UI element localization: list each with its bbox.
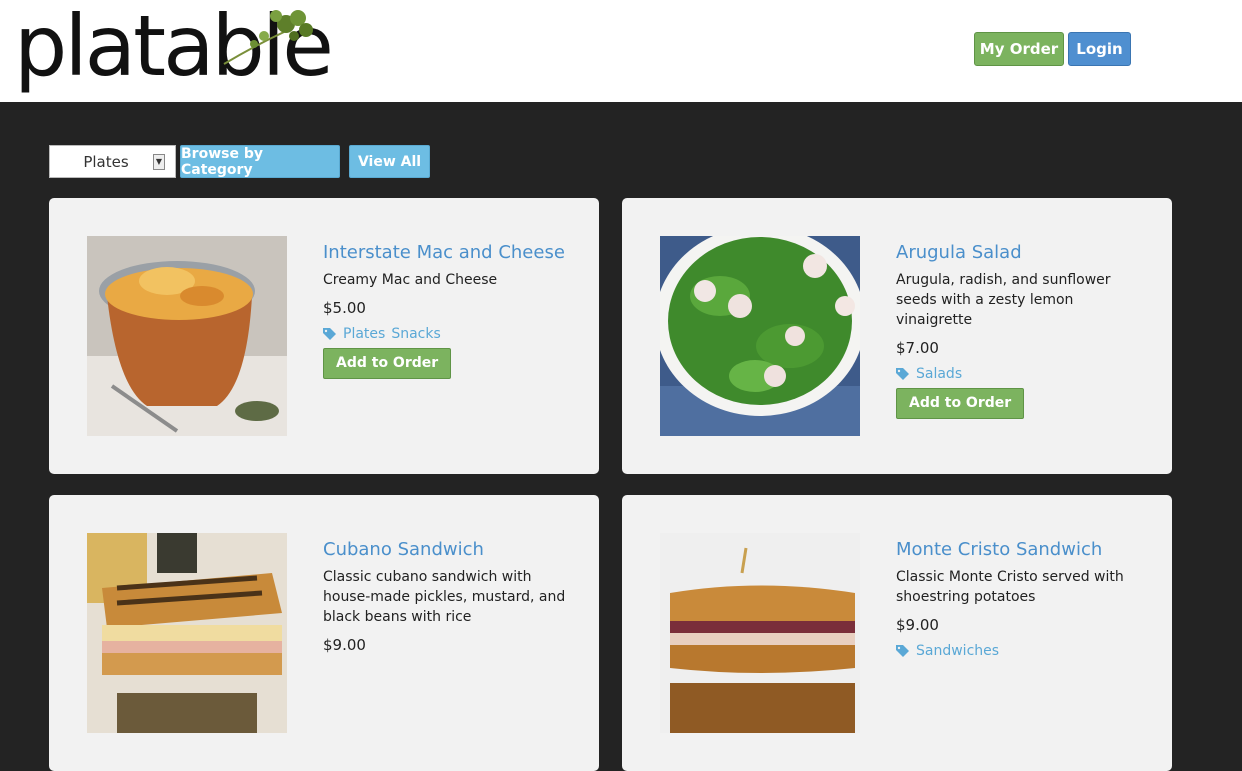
browse-by-category-button[interactable]: Browse by Category <box>180 145 340 178</box>
menu-item-tags: Salads <box>896 366 1152 382</box>
platable-logo[interactable]: platable <box>14 0 334 94</box>
menu-item-title[interactable]: Arugula Salad <box>896 242 1152 263</box>
menu-item-tags: Plates Snacks <box>323 326 579 342</box>
category-select-value: Plates <box>83 153 129 171</box>
parsley-leaf-icon <box>223 10 313 65</box>
tag-plates[interactable]: Plates <box>343 326 385 342</box>
tag-icon <box>896 367 909 380</box>
menu-item-description: Classic cubano sandwich with house-made … <box>323 569 566 625</box>
menu-item-description: Creamy Mac and Cheese <box>323 272 498 288</box>
site-header: platable My Order Login <box>0 0 1242 102</box>
my-order-button[interactable]: My Order <box>974 32 1064 66</box>
tag-salads[interactable]: Salads <box>916 366 962 382</box>
menu-item-card: Interstate Mac and Cheese Creamy Mac and… <box>49 198 599 474</box>
view-all-button[interactable]: View All <box>349 145 430 178</box>
menu-item-price: $5.00 <box>323 299 366 317</box>
tag-snacks[interactable]: Snacks <box>391 326 440 342</box>
select-arrow-icon[interactable]: ▼ <box>153 154 165 170</box>
menu-item-price: $7.00 <box>896 339 939 357</box>
menu-item-details: Interstate Mac and Cheese Creamy Mac and… <box>323 242 579 379</box>
mac-and-cheese-image <box>87 236 287 436</box>
tag-icon <box>896 644 909 657</box>
menu-item-details: Cubano Sandwich Classic cubano sandwich … <box>323 539 579 663</box>
menu-item-description: Classic Monte Cristo served with shoestr… <box>896 569 1124 605</box>
menu-item-card: Monte Cristo Sandwich Classic Monte Cris… <box>622 495 1172 771</box>
monte-cristo-sandwich-image <box>660 533 860 733</box>
login-button[interactable]: Login <box>1068 32 1131 66</box>
menu-item-details: Monte Cristo Sandwich Classic Monte Cris… <box>896 539 1152 665</box>
menu-item-title[interactable]: Monte Cristo Sandwich <box>896 539 1152 560</box>
menu-item-card: Cubano Sandwich Classic cubano sandwich … <box>49 495 599 771</box>
tag-icon <box>323 327 336 340</box>
menu-item-description: Arugula, radish, and sunflower seeds wit… <box>896 272 1111 328</box>
menu-item-tags: Sandwiches <box>896 643 1152 659</box>
category-select[interactable]: Plates ▼ <box>49 145 176 178</box>
add-to-order-button[interactable]: Add to Order <box>323 348 452 379</box>
menu-item-price: $9.00 <box>323 636 366 654</box>
menu-item-details: Arugula Salad Arugula, radish, and sunfl… <box>896 242 1152 419</box>
arugula-salad-image <box>660 236 860 436</box>
menu-item-card: Arugula Salad Arugula, radish, and sunfl… <box>622 198 1172 474</box>
menu-item-price: $9.00 <box>896 616 939 634</box>
add-to-order-button[interactable]: Add to Order <box>896 388 1025 419</box>
tag-sandwiches[interactable]: Sandwiches <box>916 643 999 659</box>
cubano-sandwich-image <box>87 533 287 733</box>
menu-item-title[interactable]: Cubano Sandwich <box>323 539 579 560</box>
menu-item-title[interactable]: Interstate Mac and Cheese <box>323 242 579 263</box>
